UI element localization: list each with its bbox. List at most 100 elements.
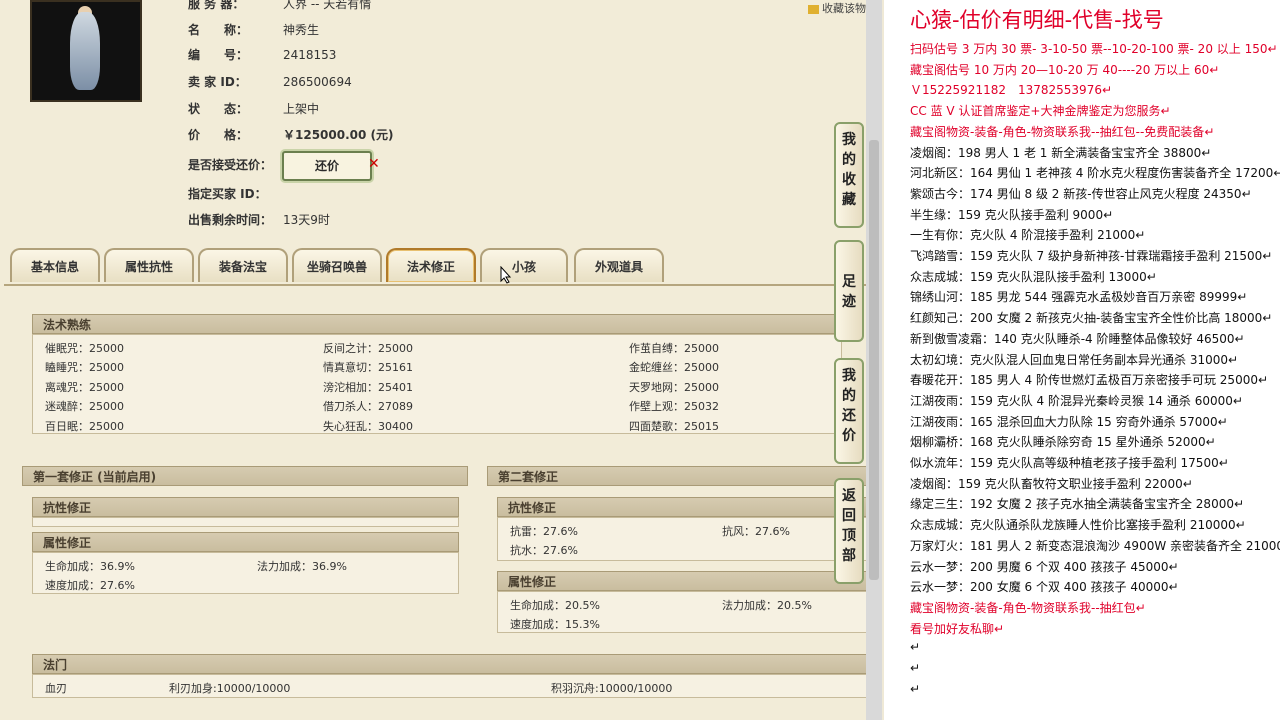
attr-cell: 速度加成：27.6% (45, 579, 135, 592)
fatmen-header: 法门 (32, 654, 868, 674)
skill-cell: 作茧自缚：25000 (629, 342, 719, 355)
overlay-line: CC 蓝 V 认证首席鉴定+大神金牌鉴定为您服务↵ (910, 104, 1171, 119)
skill-cell: 四面楚歌：25015 (629, 420, 719, 433)
set1-attr-header: 属性修正 (32, 532, 459, 552)
overlay-line: 藏宝阁估号 10 万内 20—10-20 万 40----20 万以上 60↵ (910, 62, 1220, 77)
overlay-line: 缘定三生：192 女魔 2 孩子克水抽全满装备宝宝齐全 28000↵ (910, 497, 1245, 512)
tab-appearance[interactable]: 外观道具 (574, 248, 664, 282)
set2-resist-box: 抗雷：27.6% 抗风：27.6% 抗水：27.6% (497, 517, 868, 561)
attr-cell: 法力加成：20.5% (722, 599, 812, 612)
tab-basic-info[interactable]: 基本信息 (10, 248, 100, 282)
overlay-line: 春暖花开：185 男人 4 阶传世燃灯孟极百万亲密接手可玩 25000↵ (910, 373, 1269, 388)
overlay-line: 藏宝阁物资-装备-角色-物资联系我--抽红包--免费配装备↵ (910, 124, 1215, 139)
price-row: 价 格： ￥125000.00 (元) (188, 128, 394, 142)
overlay-line: 扫码估号 3 万内 30 票- 3-10-50 票--10-20-100 票- … (910, 42, 1278, 56)
counter-offer-button[interactable]: 还价 (282, 151, 372, 181)
set1-header: 第一套修正 (当前启用) (22, 466, 468, 486)
tab-equipment[interactable]: 装备法宝 (198, 248, 288, 282)
page-scrollbar[interactable] (866, 0, 882, 720)
side-tab-back-to-top[interactable]: 返回顶部 (834, 478, 864, 584)
skill-cell: 作壁上观：25032 (629, 400, 719, 413)
attr-cell: 生命加成：36.9% (45, 560, 135, 573)
skill-cell: 催眠咒：25000 (45, 342, 124, 355)
name-row: 名 称： 神秀生 (188, 23, 320, 37)
overlay-line: 飞鸿踏雪：159 克火队 7 级护身新神孩-甘霖瑞霜接手盈利 21500↵ (910, 249, 1273, 263)
skill-cell: 失心狂乱：30400 (323, 420, 413, 433)
attr-cell: 速度加成：15.3% (510, 618, 600, 631)
close-x-icon: ✕ (368, 156, 380, 172)
overlay-line: 紫颂古今：174 男仙 8 级 2 新孩-传世容止风克火程度 24350↵ (910, 186, 1252, 201)
scrollbar-thumb[interactable] (869, 140, 879, 580)
seller-row: 卖 家 ID： 286500694 (188, 75, 352, 89)
overlay-line: 云水一梦：200 男魔 6 个双 400 孩孩子 45000↵ (910, 559, 1179, 574)
tab-child[interactable]: 小孩 (480, 248, 568, 282)
resist-cell: 抗水：27.6% (510, 544, 578, 557)
skill-cell: 迷魂醉：25000 (45, 400, 124, 413)
overlay-panel: 心猿-估价有明细-代售-找号 扫码估号 3 万内 30 票- 3-10-50 票… (884, 0, 1280, 720)
resist-cell: 抗风：27.6% (722, 525, 790, 538)
set1-attr-box: 生命加成：36.9% 法力加成：36.9% 速度加成：27.6% (32, 552, 459, 594)
favorite-link[interactable]: 收藏该物 (808, 0, 866, 16)
overlay-line: 河北新区：164 男仙 1 老神孩 4 阶水克火程度伤害装备齐全 17200↵ (910, 166, 1280, 181)
overlay-line: 看号加好友私聊↵ (910, 621, 1005, 636)
overlay-line: 太初幻境：克火队混人回血鬼日常任务副本异光通杀 31000↵ (910, 352, 1239, 367)
overlay-title: 心猿-估价有明细-代售-找号 (910, 8, 1164, 32)
overlay-line: 万家灯火：181 男人 2 新变态混浪淘沙 4900W 亲密装备齐全 21000… (910, 538, 1280, 553)
set1-resist-header: 抗性修正 (32, 497, 459, 517)
skill-cell: 离魂咒：25000 (45, 381, 124, 394)
set2-attr-box: 生命加成：20.5% 法力加成：20.5% 速度加成：15.3% (497, 591, 868, 633)
skill-cell: 瞌睡咒：25000 (45, 361, 124, 374)
set1-resist-box (32, 517, 459, 527)
favorite-icon (808, 4, 819, 14)
fatmen-cell: 积羽沉舟:10000/10000 (551, 682, 673, 695)
overlay-line: ↵ (910, 661, 921, 675)
accept-counter-row: 是否接受还价： (188, 158, 273, 172)
side-tab-my-offers[interactable]: 我的还价 (834, 358, 864, 464)
resist-cell: 抗雷：27.6% (510, 525, 578, 538)
skills-header: 法术熟练 (32, 314, 842, 334)
skill-cell: 金蛇缠丝：25000 (629, 361, 719, 374)
skill-cell: 天罗地网：25000 (629, 381, 719, 394)
skill-cell: 借刀杀人：27089 (323, 400, 413, 413)
status-row: 状 态： 上架中 (188, 102, 320, 116)
set2-header: 第二套修正 (487, 466, 868, 486)
overlay-line: 江湖夜雨：165 混杀回血大力队除 15 穷奇外通杀 57000↵ (910, 414, 1228, 429)
fatmen-cell: 血刃 (45, 682, 67, 695)
overlay-line: 众志成城：159 克火队混队接手盈利 13000↵ (910, 269, 1157, 284)
tab-mounts[interactable]: 坐骑召唤兽 (292, 248, 382, 282)
set2-resist-header: 抗性修正 (497, 497, 868, 517)
tab-attributes[interactable]: 属性抗性 (104, 248, 194, 282)
overlay-line: 云水一梦：200 女魔 6 个双 400 孩孩子 40000↵ (910, 580, 1179, 595)
character-avatar (30, 0, 142, 102)
overlay-line: 似水流年：159 克火队高等级种植老孩子接手盈利 17500↵ (910, 456, 1229, 470)
attr-cell: 法力加成：36.9% (257, 560, 347, 573)
attr-cell: 生命加成：20.5% (510, 599, 600, 612)
price-value: ￥125000.00 (元) (283, 128, 394, 142)
overlay-line: 一生有你：克火队 4 阶混接手盈利 21000↵ (910, 228, 1146, 243)
overlay-line: ↵ (910, 681, 921, 696)
skill-cell: 百日眠：25000 (45, 420, 124, 433)
side-tab-favorites[interactable]: 我的收藏 (834, 122, 864, 228)
side-tab-history[interactable]: 足迹 (834, 240, 864, 342)
overlay-line: ↵ (910, 640, 921, 655)
overlay-line: 江湖夜雨：159 克火队 4 阶混异光秦岭灵猴 14 通杀 60000↵ (910, 393, 1243, 408)
mouse-cursor-icon (500, 266, 512, 284)
overlay-line: 凌烟阁：159 克火队畜牧符文职业接手盈利 22000↵ (910, 476, 1193, 491)
fatmen-box: 血刃 利刃加身:10000/10000 积羽沉舟:10000/10000 (32, 674, 868, 698)
overlay-line: 锦绣山河：185 男龙 544 强霹克水孟极妙音百万亲密 89999↵ (910, 290, 1248, 305)
overlay-line: 新到傲雪凌霜：140 克火队睡杀-4 阶睡整体品像较好 46500↵ (910, 331, 1245, 346)
overlay-line: 众志成城：克火队通杀队龙族睡人性价比塞接手盈利 210000↵ (910, 518, 1246, 533)
overlay-line: 红颜知己：200 女魔 2 新孩克火抽-装备宝宝齐全性价比高 18000↵ (910, 311, 1273, 326)
overlay-line: Ｖ15225921182 13782553976↵ (910, 83, 1113, 98)
set2-attr-header: 属性修正 (497, 571, 868, 591)
skill-cell: 反间之计：25000 (323, 342, 413, 355)
time-row: 出售剩余时间： 13天9时 (188, 213, 330, 227)
skills-table: 催眠咒：25000 反间之计：25000 作茧自缚：25000 瞌睡咒：2500… (32, 334, 842, 434)
tab-spell-correction[interactable]: 法术修正 (386, 248, 476, 282)
buyer-row: 指定买家 ID： (188, 187, 267, 201)
overlay-line: 烟柳灞桥：168 克火队睡杀除穷奇 15 星外通杀 52000↵ (910, 435, 1216, 450)
overlay-line: 半生缘：159 克火队接手盈利 9000↵ (910, 207, 1114, 222)
fatmen-cell: 利刃加身:10000/10000 (169, 682, 291, 695)
item-detail-page: 收藏该物 服 务 器： 人界 -- 天若有情 名 称： 神秀生 编 号： 241815… (0, 0, 868, 720)
server-row: 服 务 器： 人界 -- 天若有情 (188, 0, 372, 11)
